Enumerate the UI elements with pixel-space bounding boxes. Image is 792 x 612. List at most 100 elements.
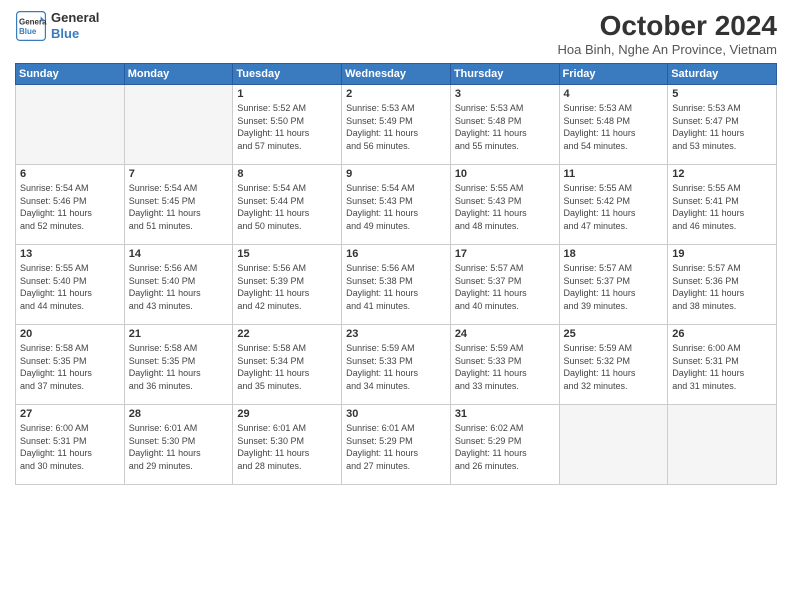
day-info: Sunrise: 6:01 AM Sunset: 5:29 PM Dayligh… (346, 422, 446, 472)
day-info: Sunrise: 5:59 AM Sunset: 5:32 PM Dayligh… (564, 342, 664, 392)
weekday-header: Thursday (450, 64, 559, 85)
day-info: Sunrise: 5:54 AM Sunset: 5:45 PM Dayligh… (129, 182, 229, 232)
day-number: 2 (346, 88, 446, 100)
day-info: Sunrise: 5:53 AM Sunset: 5:48 PM Dayligh… (455, 102, 555, 152)
day-info: Sunrise: 5:58 AM Sunset: 5:35 PM Dayligh… (129, 342, 229, 392)
day-info: Sunrise: 6:00 AM Sunset: 5:31 PM Dayligh… (20, 422, 120, 472)
logo: General Blue General Blue (15, 10, 99, 42)
day-number: 7 (129, 168, 229, 180)
day-info: Sunrise: 5:53 AM Sunset: 5:49 PM Dayligh… (346, 102, 446, 152)
calendar-cell: 25 Sunrise: 5:59 AM Sunset: 5:32 PM Dayli… (559, 325, 668, 405)
svg-text:Blue: Blue (19, 27, 37, 36)
calendar-cell (124, 85, 233, 165)
day-info: Sunrise: 5:58 AM Sunset: 5:35 PM Dayligh… (20, 342, 120, 392)
day-info: Sunrise: 5:53 AM Sunset: 5:47 PM Dayligh… (672, 102, 772, 152)
calendar-cell: 4Sunrise: 5:53 AM Sunset: 5:48 PM Daylig… (559, 85, 668, 165)
day-number: 13 (20, 248, 120, 260)
logo-icon: General Blue (15, 10, 47, 42)
calendar-cell: 2 Sunrise: 5:53 AM Sunset: 5:49 PM Daylig… (342, 85, 451, 165)
weekday-header-row: SundayMondayTuesdayWednesdayThursdayFrid… (16, 64, 777, 85)
calendar-cell (668, 405, 777, 485)
day-info: Sunrise: 5:55 AM Sunset: 5:43 PM Dayligh… (455, 182, 555, 232)
calendar-cell: 10 Sunrise: 5:55 AM Sunset: 5:43 PM Dayli… (450, 165, 559, 245)
logo-text: General Blue (51, 10, 99, 41)
day-number: 25 (564, 328, 664, 340)
day-info: Sunrise: 5:58 AM Sunset: 5:34 PM Dayligh… (237, 342, 337, 392)
calendar-cell: 16 Sunrise: 5:56 AM Sunset: 5:38 PM Dayli… (342, 245, 451, 325)
day-info: Sunrise: 5:54 AM Sunset: 5:43 PM Dayligh… (346, 182, 446, 232)
calendar-week-row: 1 Sunrise: 5:52 AM Sunset: 5:50 PM Daylig… (16, 85, 777, 165)
calendar-cell: 7 Sunrise: 5:54 AM Sunset: 5:45 PM Daylig… (124, 165, 233, 245)
subtitle: Hoa Binh, Nghe An Province, Vietnam (558, 42, 777, 57)
calendar-cell: 6 Sunrise: 5:54 AM Sunset: 5:46 PM Daylig… (16, 165, 125, 245)
day-number: 21 (129, 328, 229, 340)
calendar-cell: 21 Sunrise: 5:58 AM Sunset: 5:35 PM Dayli… (124, 325, 233, 405)
day-info: Sunrise: 6:01 AM Sunset: 5:30 PM Dayligh… (237, 422, 337, 472)
calendar-cell (559, 405, 668, 485)
day-info: Sunrise: 5:55 AM Sunset: 5:40 PM Dayligh… (20, 262, 120, 312)
day-info: Sunrise: 5:59 AM Sunset: 5:33 PM Dayligh… (455, 342, 555, 392)
page: General Blue General Blue October 2024 H… (0, 0, 792, 612)
weekday-header: Wednesday (342, 64, 451, 85)
calendar-cell: 27 Sunrise: 6:00 AM Sunset: 5:31 PM Dayli… (16, 405, 125, 485)
day-number: 22 (237, 328, 337, 340)
day-number: 23 (346, 328, 446, 340)
calendar-cell: 28Sunrise: 6:01 AM Sunset: 5:30 PM Dayli… (124, 405, 233, 485)
month-title: October 2024 (558, 10, 777, 42)
calendar-cell: 29 Sunrise: 6:01 AM Sunset: 5:30 PM Dayli… (233, 405, 342, 485)
calendar-week-row: 13 Sunrise: 5:55 AM Sunset: 5:40 PM Dayli… (16, 245, 777, 325)
calendar-cell: 5 Sunrise: 5:53 AM Sunset: 5:47 PM Daylig… (668, 85, 777, 165)
day-number: 12 (672, 168, 772, 180)
weekday-header: Tuesday (233, 64, 342, 85)
day-info: Sunrise: 5:55 AM Sunset: 5:41 PM Dayligh… (672, 182, 772, 232)
weekday-header: Sunday (16, 64, 125, 85)
day-number: 11 (564, 168, 664, 180)
calendar-cell: 17Sunrise: 5:57 AM Sunset: 5:37 PM Dayli… (450, 245, 559, 325)
calendar-cell: 1 Sunrise: 5:52 AM Sunset: 5:50 PM Daylig… (233, 85, 342, 165)
day-number: 6 (20, 168, 120, 180)
day-number: 20 (20, 328, 120, 340)
day-info: Sunrise: 6:01 AM Sunset: 5:30 PM Dayligh… (129, 422, 229, 472)
day-number: 24 (455, 328, 555, 340)
calendar-cell: 18 Sunrise: 5:57 AM Sunset: 5:37 PM Dayli… (559, 245, 668, 325)
calendar-cell: 14 Sunrise: 5:56 AM Sunset: 5:40 PM Dayli… (124, 245, 233, 325)
weekday-header: Saturday (668, 64, 777, 85)
calendar-cell: 8Sunrise: 5:54 AM Sunset: 5:44 PM Daylig… (233, 165, 342, 245)
calendar-cell: 11 Sunrise: 5:55 AM Sunset: 5:42 PM Dayli… (559, 165, 668, 245)
day-number: 29 (237, 408, 337, 420)
day-number: 4 (564, 88, 664, 100)
weekday-header: Monday (124, 64, 233, 85)
calendar-week-row: 6 Sunrise: 5:54 AM Sunset: 5:46 PM Daylig… (16, 165, 777, 245)
calendar-cell: 31Sunrise: 6:02 AM Sunset: 5:29 PM Dayli… (450, 405, 559, 485)
day-number: 14 (129, 248, 229, 260)
header: General Blue General Blue October 2024 H… (15, 10, 777, 57)
calendar-cell: 24 Sunrise: 5:59 AM Sunset: 5:33 PM Dayli… (450, 325, 559, 405)
calendar: SundayMondayTuesdayWednesdayThursdayFrid… (15, 63, 777, 485)
day-info: Sunrise: 5:52 AM Sunset: 5:50 PM Dayligh… (237, 102, 337, 152)
calendar-cell (16, 85, 125, 165)
calendar-cell: 13 Sunrise: 5:55 AM Sunset: 5:40 PM Dayli… (16, 245, 125, 325)
calendar-cell: 26Sunrise: 6:00 AM Sunset: 5:31 PM Dayli… (668, 325, 777, 405)
day-number: 9 (346, 168, 446, 180)
calendar-week-row: 27 Sunrise: 6:00 AM Sunset: 5:31 PM Dayli… (16, 405, 777, 485)
calendar-cell: 22 Sunrise: 5:58 AM Sunset: 5:34 PM Dayli… (233, 325, 342, 405)
day-number: 27 (20, 408, 120, 420)
day-info: Sunrise: 5:59 AM Sunset: 5:33 PM Dayligh… (346, 342, 446, 392)
day-number: 31 (455, 408, 555, 420)
calendar-cell: 9 Sunrise: 5:54 AM Sunset: 5:43 PM Daylig… (342, 165, 451, 245)
day-number: 1 (237, 88, 337, 100)
day-number: 18 (564, 248, 664, 260)
day-info: Sunrise: 5:57 AM Sunset: 5:37 PM Dayligh… (564, 262, 664, 312)
day-info: Sunrise: 5:54 AM Sunset: 5:46 PM Dayligh… (20, 182, 120, 232)
calendar-cell: 12 Sunrise: 5:55 AM Sunset: 5:41 PM Dayli… (668, 165, 777, 245)
day-number: 16 (346, 248, 446, 260)
day-info: Sunrise: 5:56 AM Sunset: 5:38 PM Dayligh… (346, 262, 446, 312)
day-info: Sunrise: 5:56 AM Sunset: 5:40 PM Dayligh… (129, 262, 229, 312)
day-number: 8 (237, 168, 337, 180)
day-number: 10 (455, 168, 555, 180)
day-number: 19 (672, 248, 772, 260)
calendar-cell: 20 Sunrise: 5:58 AM Sunset: 5:35 PM Dayli… (16, 325, 125, 405)
day-info: Sunrise: 5:56 AM Sunset: 5:39 PM Dayligh… (237, 262, 337, 312)
day-number: 5 (672, 88, 772, 100)
day-info: Sunrise: 5:55 AM Sunset: 5:42 PM Dayligh… (564, 182, 664, 232)
